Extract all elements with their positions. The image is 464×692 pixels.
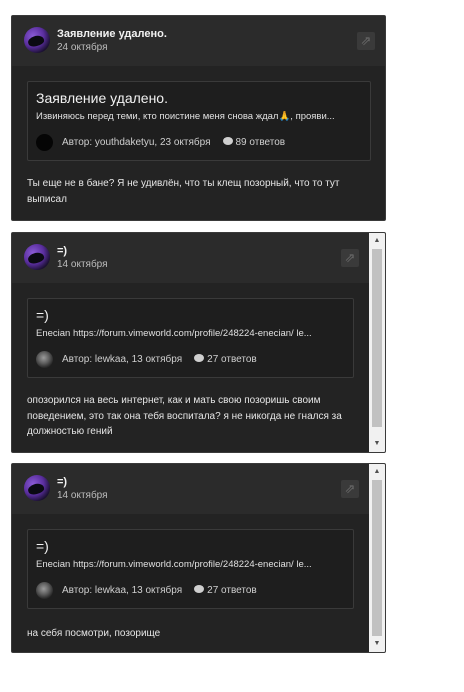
author-line: Автор: lewkaa, 13 октября [62,585,183,596]
post-title[interactable]: =) [57,245,67,257]
embedded-topic[interactable]: =) Enecian https://forum.vimeworld.com/p… [27,298,354,378]
embedded-topic[interactable]: =) Enecian https://forum.vimeworld.com/p… [27,529,354,609]
author-avatar[interactable] [36,134,53,151]
embedded-topic[interactable]: Заявление удалено. Извиняюсь перед теми,… [27,81,371,161]
scrollbar-thumb[interactable] [372,249,382,427]
arrow-down-icon[interactable]: ▼ [369,437,385,451]
author-line: Автор: youthdaketyu, 23 октября [62,137,211,148]
replies-count: 27 ответов [207,354,257,365]
comment-bubble-icon [194,354,205,362]
post-title[interactable]: =) [57,476,67,488]
external-link-icon[interactable]: ⇗ [357,32,375,50]
replies-count: 27 ответов [207,585,257,596]
post-date: 14 октября [57,490,108,501]
scrollbar[interactable]: ▲ ▼ [369,464,385,652]
comment-bubble-icon [194,585,205,593]
post-date: 24 октября [57,42,108,53]
avatar[interactable] [24,244,50,270]
embedded-topic-title[interactable]: =) [36,307,49,323]
comment-bubble-icon [222,137,233,145]
post-date: 14 октября [57,259,108,270]
scrollbar-thumb[interactable] [372,480,382,636]
post-body: Ты еще не в бане? Я не удивлён, что ты к… [27,178,340,205]
embedded-topic-title[interactable]: Заявление удалено. [36,90,168,106]
topic-meta: Автор: lewkaa, 13 октября 27 ответов [62,585,257,596]
embedded-topic-excerpt: Enecian https://forum.vimeworld.com/prof… [36,328,312,339]
post-header: =) 14 октября ⇗ [12,233,369,283]
post-card: Заявление удалено. 24 октября ⇗ Заявлени… [11,15,386,221]
arrow-down-icon[interactable]: ▼ [369,637,385,651]
post-card: =) 14 октября ⇗ =) Enecian https://forum… [11,232,386,453]
author-avatar[interactable] [36,351,53,368]
topic-meta: Автор: lewkaa, 13 октября 27 ответов [62,354,257,365]
avatar[interactable] [24,475,50,501]
external-link-icon[interactable]: ⇗ [341,249,359,267]
external-link-icon[interactable]: ⇗ [341,480,359,498]
post-title[interactable]: Заявление удалено. [57,28,167,40]
post-header: Заявление удалено. 24 октября ⇗ [12,16,385,66]
post-header: =) 14 октября ⇗ [12,464,369,514]
post-body: опозорился на весь интернет, как и мать … [27,395,342,437]
post-card: =) 14 октября ⇗ =) Enecian https://forum… [11,463,386,653]
embedded-topic-excerpt: Извиняюсь перед теми, кто поистине меня … [36,111,335,122]
embedded-topic-title[interactable]: =) [36,538,49,554]
author-avatar[interactable] [36,582,53,599]
arrow-up-icon[interactable]: ▲ [369,465,385,479]
author-line: Автор: lewkaa, 13 октября [62,354,183,365]
topic-meta: Автор: youthdaketyu, 23 октября 89 ответо… [62,137,285,148]
scrollbar[interactable]: ▲ ▼ [369,233,385,452]
arrow-up-icon[interactable]: ▲ [369,234,385,248]
avatar[interactable] [24,27,50,53]
post-body: на себя посмотри, позорище [27,628,161,639]
embedded-topic-excerpt: Enecian https://forum.vimeworld.com/prof… [36,559,312,570]
replies-count: 89 ответов [235,137,286,148]
